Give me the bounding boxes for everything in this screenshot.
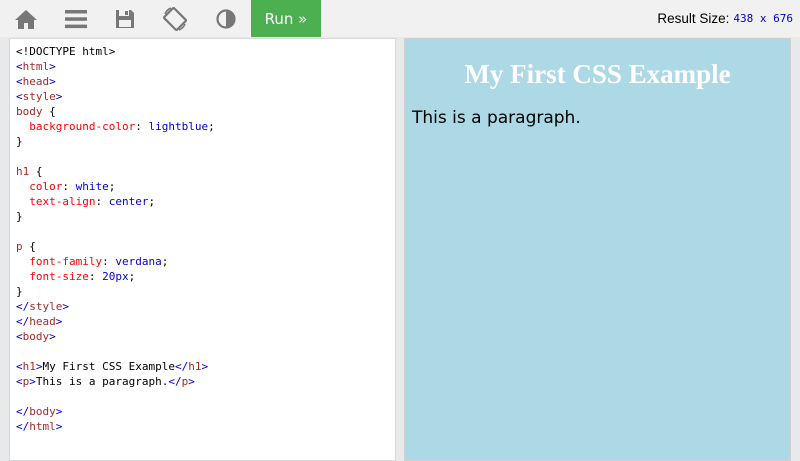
- code-line: ​: [16, 149, 395, 164]
- code-line: }: [16, 285, 23, 298]
- code-line: <head>: [16, 75, 56, 88]
- result-paragraph: This is a paragraph.: [412, 108, 581, 128]
- code-line: ​: [16, 389, 395, 404]
- code-line: background-color: lightblue;: [29, 120, 215, 133]
- menu-icon[interactable]: [61, 0, 91, 37]
- code-line: <body>: [16, 330, 56, 343]
- code-line: <html>: [16, 60, 56, 73]
- code-line: <p>This is a paragraph.</p>: [16, 375, 195, 388]
- result-size-value: 438 x 676: [733, 12, 793, 25]
- code-line: </head>: [16, 315, 63, 328]
- save-icon[interactable]: [112, 0, 138, 37]
- code-line: }: [16, 210, 23, 223]
- result-frame: My First CSS Example This is a paragraph…: [404, 38, 791, 461]
- code-line: </style>: [16, 300, 69, 313]
- result-heading: My First CSS Example: [464, 59, 731, 89]
- run-button[interactable]: Run »: [251, 0, 321, 37]
- code-line: <style>: [16, 90, 63, 103]
- code-line: <!DOCTYPE html>: [16, 45, 116, 58]
- code-line: font-family: verdana;: [29, 255, 169, 268]
- code-line: h1 {: [16, 165, 43, 178]
- home-icon[interactable]: [9, 0, 43, 37]
- code-line: color: white;: [29, 180, 116, 193]
- code-line: </body>: [16, 405, 63, 418]
- code-editor[interactable]: <!DOCTYPE html> <html> <head> <style> body {…: [9, 38, 396, 461]
- rotate-icon[interactable]: [160, 0, 190, 37]
- code-line: font-size: 20px;: [29, 270, 136, 283]
- contrast-icon[interactable]: [213, 0, 239, 37]
- code-line: </html>: [16, 420, 63, 433]
- code-line: <h1>My First CSS Example</h1>: [16, 360, 209, 373]
- code-line: p {: [16, 240, 36, 253]
- code-line: body {: [16, 105, 56, 118]
- toolbar: Run » Result Size: 438 x 676: [0, 0, 800, 37]
- code-content[interactable]: <!DOCTYPE html> <html> <head> <style> body {…: [10, 39, 395, 434]
- code-line: ​: [16, 224, 395, 239]
- code-line: }: [16, 135, 23, 148]
- result-size-label: Result Size:: [657, 11, 730, 26]
- code-line: ​: [16, 344, 395, 359]
- code-line: text-align: center;: [29, 195, 156, 208]
- result-size: Result Size: 438 x 676: [657, 0, 793, 37]
